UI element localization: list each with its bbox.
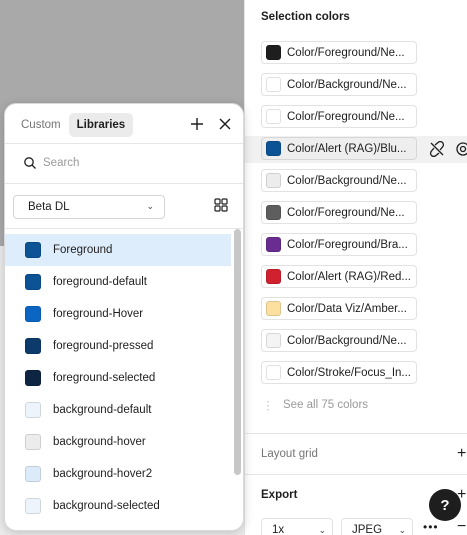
properties-panel: Selection colors Color/Foreground/Ne... … bbox=[244, 0, 467, 535]
see-all-colors-link[interactable]: ⋮ See all 75 colors bbox=[261, 398, 368, 412]
selection-color-row[interactable]: Color/Stroke/Focus_In... bbox=[261, 361, 417, 384]
color-swatch[interactable] bbox=[266, 205, 281, 220]
style-name: foreground-pressed bbox=[53, 340, 154, 352]
color-swatch bbox=[25, 338, 41, 354]
selection-color-row[interactable]: Color/Data Viz/Amber... bbox=[261, 297, 417, 320]
color-swatch[interactable] bbox=[266, 45, 281, 60]
selection-colors-title: Selection colors bbox=[261, 11, 350, 23]
library-select-value: Beta DL bbox=[28, 201, 70, 213]
list-item[interactable]: foreground-pressed bbox=[5, 330, 231, 362]
style-name: foreground-default bbox=[53, 276, 147, 288]
plus-icon[interactable] bbox=[187, 114, 207, 134]
export-scale-select[interactable]: 1x ⌄ bbox=[261, 518, 333, 535]
layout-grid-title: Layout grid bbox=[261, 448, 318, 460]
color-swatch[interactable] bbox=[266, 173, 281, 188]
selection-color-row[interactable]: Color/Background/Ne... bbox=[261, 169, 417, 192]
selection-color-row[interactable]: Color/Foreground/Bra... bbox=[261, 233, 417, 256]
export-more-button[interactable]: ••• bbox=[423, 520, 439, 534]
color-style-name: Color/Stroke/Focus_In... bbox=[287, 366, 411, 379]
color-style-name: Color/Foreground/Ne... bbox=[287, 206, 405, 219]
color-style-name: Color/Alert (RAG)/Red... bbox=[287, 270, 411, 283]
search-input[interactable] bbox=[43, 153, 223, 173]
color-style-name: Color/Foreground/Bra... bbox=[287, 238, 408, 251]
selection-color-row[interactable]: Color/Background/Ne... bbox=[261, 73, 417, 96]
export-format-select[interactable]: JPEG ⌄ bbox=[341, 518, 413, 535]
color-style-name: Color/Background/Ne... bbox=[287, 174, 407, 187]
style-name: foreground-Hover bbox=[53, 308, 144, 320]
color-style-name: Color/Foreground/Ne... bbox=[287, 46, 405, 59]
export-scale-value: 1x bbox=[272, 524, 285, 535]
list-item[interactable]: foreground-Hover bbox=[5, 298, 231, 330]
selection-color-row[interactable]: Color/Foreground/Ne... bbox=[261, 41, 417, 64]
list-item[interactable]: Foreground bbox=[5, 234, 231, 266]
style-name: background-hover bbox=[53, 436, 146, 448]
selection-color-row[interactable]: Color/Background/Ne... bbox=[261, 329, 417, 352]
color-style-list: Foreground foreground-default foreground… bbox=[5, 234, 231, 522]
color-style-name: Color/Foreground/Ne... bbox=[287, 110, 405, 123]
tab-libraries[interactable]: Libraries bbox=[68, 113, 134, 137]
list-scrollbar[interactable] bbox=[234, 229, 241, 475]
library-select[interactable]: Beta DL ⌄ bbox=[13, 195, 165, 219]
color-swatch bbox=[25, 402, 41, 418]
color-styles-popover: Custom Libraries Beta DL ⌄ Foreground fo… bbox=[4, 103, 244, 531]
color-style-name: Color/Background/Ne... bbox=[287, 334, 407, 347]
close-icon[interactable] bbox=[215, 114, 235, 134]
color-swatch bbox=[25, 306, 41, 322]
section-divider bbox=[245, 433, 467, 434]
drag-handle-icon: ⋮ bbox=[262, 400, 274, 412]
add-layout-grid-button[interactable]: + bbox=[457, 446, 466, 462]
list-item[interactable]: background-selected bbox=[5, 490, 231, 522]
style-name: background-selected bbox=[53, 500, 160, 512]
list-item[interactable]: foreground-default bbox=[5, 266, 231, 298]
color-swatch bbox=[25, 370, 41, 386]
search-icon bbox=[24, 157, 36, 169]
color-style-name: Color/Data Viz/Amber... bbox=[287, 302, 407, 315]
remove-export-button[interactable]: − bbox=[457, 518, 466, 535]
color-swatch[interactable] bbox=[266, 141, 281, 156]
style-name: background-default bbox=[53, 404, 152, 416]
list-item[interactable]: background-hover bbox=[5, 426, 231, 458]
style-name: foreground-selected bbox=[53, 372, 156, 384]
color-swatch bbox=[25, 466, 41, 482]
color-swatch[interactable] bbox=[266, 77, 281, 92]
color-style-name: Color/Background/Ne... bbox=[287, 78, 407, 91]
selection-color-row-active[interactable]: Color/Alert (RAG)/Blu... bbox=[261, 137, 417, 160]
selection-color-row[interactable]: Color/Alert (RAG)/Red... bbox=[261, 265, 417, 288]
color-swatch[interactable] bbox=[266, 365, 281, 380]
picker-tabs: Custom Libraries bbox=[13, 113, 134, 137]
selection-color-row[interactable]: Color/Foreground/Ne... bbox=[261, 201, 417, 224]
color-swatch[interactable] bbox=[266, 109, 281, 124]
style-name: background-hover2 bbox=[53, 468, 153, 480]
list-item[interactable]: background-default bbox=[5, 394, 231, 426]
popover-divider bbox=[5, 183, 243, 184]
export-title: Export bbox=[261, 489, 298, 501]
color-swatch bbox=[25, 242, 41, 258]
color-swatch[interactable] bbox=[266, 237, 281, 252]
chevron-down-icon: ⌄ bbox=[318, 525, 326, 535]
popover-divider bbox=[5, 143, 243, 144]
color-style-name: Color/Alert (RAG)/Blu... bbox=[287, 142, 407, 155]
selection-color-row[interactable]: Color/Foreground/Ne... bbox=[261, 105, 417, 128]
color-swatch[interactable] bbox=[266, 333, 281, 348]
grid-view-icon[interactable] bbox=[214, 198, 228, 212]
see-all-colors-label: See all 75 colors bbox=[283, 399, 369, 411]
list-item[interactable]: background-hover2 bbox=[5, 458, 231, 490]
color-swatch[interactable] bbox=[266, 301, 281, 316]
export-format-value: JPEG bbox=[352, 524, 383, 535]
popover-divider bbox=[5, 228, 243, 229]
color-swatch bbox=[25, 434, 41, 450]
color-swatch bbox=[25, 274, 41, 290]
chevron-down-icon: ⌄ bbox=[146, 201, 154, 211]
list-item[interactable]: foreground-selected bbox=[5, 362, 231, 394]
chevron-down-icon: ⌄ bbox=[398, 525, 406, 535]
style-name: Foreground bbox=[53, 244, 113, 256]
section-divider bbox=[245, 474, 467, 475]
color-swatch bbox=[25, 498, 41, 514]
detach-style-icon[interactable] bbox=[429, 141, 445, 157]
color-swatch[interactable] bbox=[266, 269, 281, 284]
select-matching-layers-icon[interactable] bbox=[455, 141, 467, 157]
tab-custom[interactable]: Custom bbox=[13, 113, 69, 137]
help-button[interactable]: ? bbox=[429, 489, 461, 521]
